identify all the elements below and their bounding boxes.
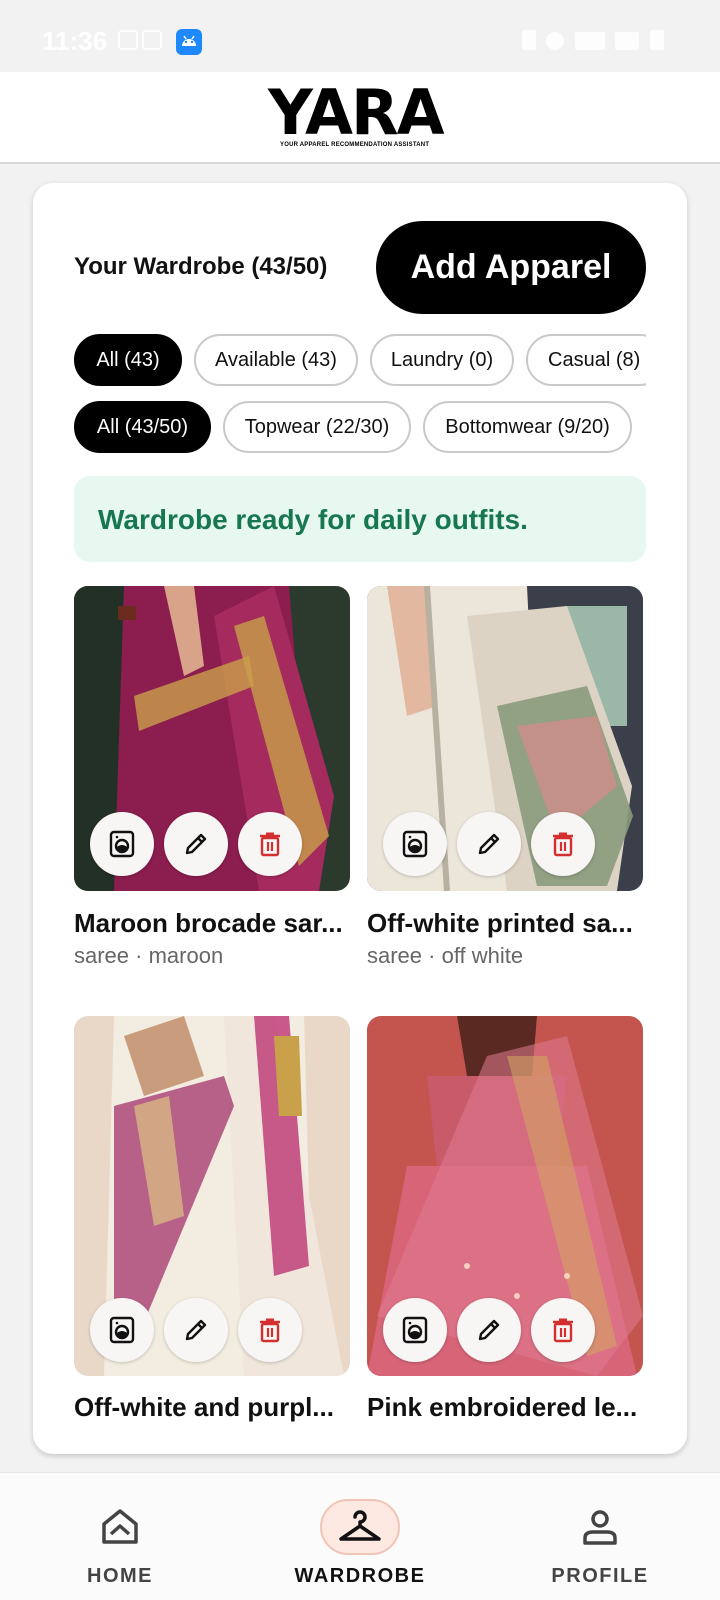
pencil-icon	[478, 1319, 500, 1341]
edit-button[interactable]	[457, 1298, 521, 1362]
edit-button[interactable]	[164, 1298, 228, 1362]
notification-icons	[118, 30, 168, 52]
trash-icon	[260, 832, 280, 857]
apparel-card[interactable]: Pink embroidered le...	[367, 1016, 643, 1454]
washing-machine-icon	[402, 830, 428, 858]
nav-home[interactable]: HOME	[40, 1473, 200, 1600]
edit-button[interactable]	[457, 812, 521, 876]
edit-button[interactable]	[164, 812, 228, 876]
nav-wardrobe[interactable]: WARDROBE	[280, 1473, 440, 1600]
banner-text: Wardrobe ready for daily outfits.	[98, 504, 528, 535]
status-filter-row: All (43) Available (43) Laundry (0) Casu…	[74, 334, 646, 386]
filter-chip-available[interactable]: Available (43)	[194, 334, 358, 386]
hanger-icon	[320, 1499, 400, 1555]
yara-logo: YARA YOUR APPAREL RECOMMENDATION ASSISTA…	[268, 82, 452, 152]
laundry-button[interactable]	[383, 812, 447, 876]
delete-button[interactable]	[238, 1298, 302, 1362]
nav-wardrobe-label: WARDROBE	[294, 1565, 426, 1587]
nav-home-label: HOME	[87, 1565, 153, 1587]
wardrobe-title: Your Wardrobe (43/50)	[74, 253, 328, 280]
android-icon	[176, 29, 202, 55]
apparel-meta: saree · off white	[367, 943, 524, 968]
filter-chip-laundry[interactable]: Laundry (0)	[370, 334, 514, 386]
delete-button[interactable]	[531, 1298, 595, 1362]
trash-icon	[553, 1318, 573, 1343]
washing-machine-icon	[402, 1316, 428, 1344]
system-status-icons	[516, 30, 676, 52]
delete-button[interactable]	[531, 812, 595, 876]
apparel-name: Off-white and purpl...	[74, 1392, 334, 1422]
apparel-name: Off-white printed sa...	[367, 908, 633, 938]
apparel-meta: saree · maroon	[74, 943, 224, 968]
category-filter-row: All (43/50) Topwear (22/30) Bottomwear (…	[74, 401, 646, 453]
home-icon	[80, 1499, 160, 1555]
wardrobe-card: Your Wardrobe (43/50) Add Apparel All (4…	[33, 183, 687, 1454]
logo-text: YARA	[268, 76, 445, 149]
bottom-navigation: HOME WARDROBE PROFILE	[0, 1472, 720, 1600]
nav-profile-label: PROFILE	[551, 1565, 649, 1587]
status-time: 11:36	[42, 26, 108, 56]
pencil-icon	[185, 833, 207, 855]
delete-button[interactable]	[238, 812, 302, 876]
laundry-button[interactable]	[90, 812, 154, 876]
washing-machine-icon	[109, 1316, 135, 1344]
category-chip-topwear[interactable]: Topwear (22/30)	[223, 401, 411, 453]
apparel-name: Pink embroidered le...	[367, 1392, 638, 1422]
add-apparel-button[interactable]: Add Apparel	[376, 221, 646, 314]
status-bar: 11:36	[0, 0, 720, 72]
apparel-card[interactable]: Maroon brocade sar... saree · maroon	[74, 586, 350, 976]
person-icon	[560, 1499, 640, 1555]
laundry-button[interactable]	[383, 1298, 447, 1362]
washing-machine-icon	[109, 830, 135, 858]
filter-chip-casual[interactable]: Casual (8)	[526, 334, 646, 386]
category-chip-all[interactable]: All (43/50)	[74, 401, 211, 453]
trash-icon	[553, 832, 573, 857]
apparel-name: Maroon brocade sar...	[74, 908, 343, 938]
nav-profile[interactable]: PROFILE	[520, 1473, 680, 1600]
pencil-icon	[185, 1319, 207, 1341]
wardrobe-status-banner: Wardrobe ready for daily outfits.	[74, 476, 646, 562]
filter-chip-all[interactable]: All (43)	[74, 334, 182, 386]
category-chip-bottomwear[interactable]: Bottomwear (9/20)	[423, 401, 632, 453]
laundry-button[interactable]	[90, 1298, 154, 1362]
trash-icon	[260, 1318, 280, 1343]
logo-tagline: YOUR APPAREL RECOMMENDATION ASSISTANT	[280, 142, 430, 148]
apparel-card[interactable]: Off-white printed sa... saree · off whit…	[367, 586, 643, 976]
apparel-card[interactable]: Off-white and purpl...	[74, 1016, 350, 1454]
pencil-icon	[478, 833, 500, 855]
app-header: YARA YOUR APPAREL RECOMMENDATION ASSISTA…	[0, 72, 720, 164]
